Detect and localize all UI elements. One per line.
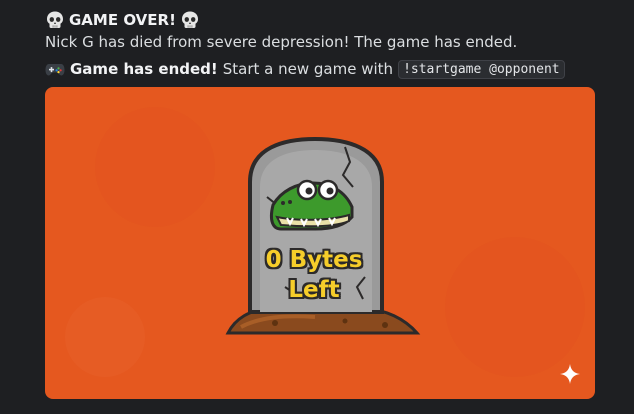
tombstone-illustration [65,107,585,377]
game-over-title-row: GAME OVER! [45,9,200,31]
game-ended-line: Game has ended! Start a new game with !s… [45,58,565,80]
embed-image[interactable]: 0 Bytes Left [45,87,595,399]
tombstone-text: 0 Bytes Left [249,245,379,305]
tombstone-text-line-2: Left [288,277,340,303]
tombstone-text-line-1: 0 Bytes [265,247,363,273]
sparkle-icon [560,364,580,384]
start-new-game-text: Start a new game with [222,60,394,78]
skull-icon [47,11,63,28]
skull-icon [181,11,198,28]
death-message: Nick G has died from severe depression! … [45,33,518,51]
message-container: GAME OVER! Nick G has died from severe d… [0,0,634,414]
startgame-command: !startgame @opponent [398,59,565,79]
game-ended-label: Game has ended! [70,60,218,78]
game-controller-icon [45,64,65,76]
game-over-title: GAME OVER! [69,11,176,29]
